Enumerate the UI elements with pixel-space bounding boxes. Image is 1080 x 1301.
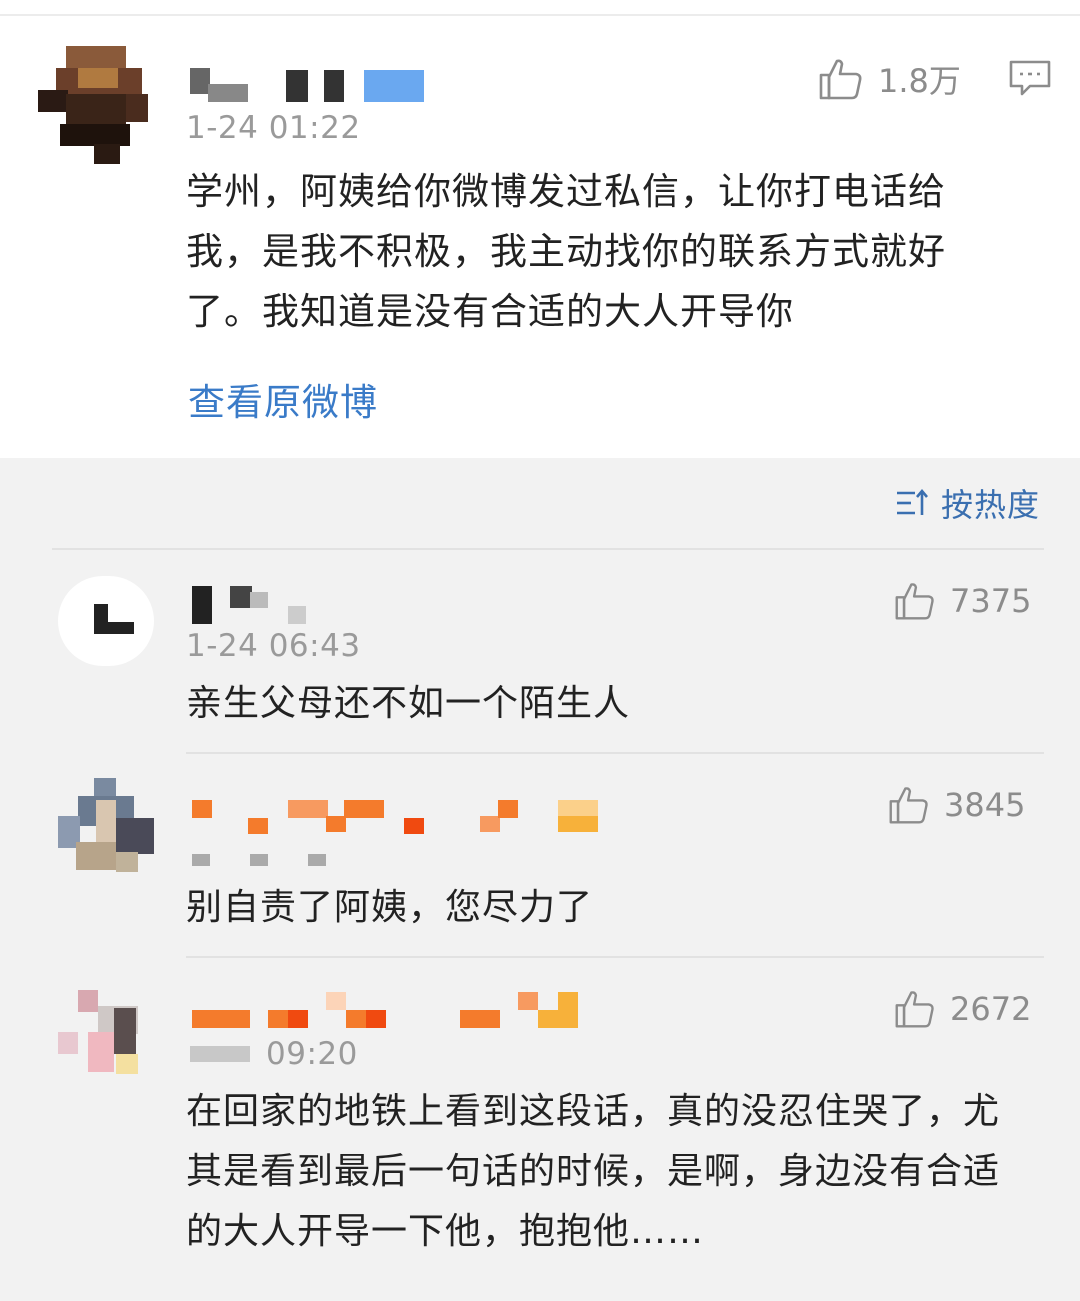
comment-3-like-button[interactable]: 2672 (894, 988, 1031, 1030)
comment-2-like-count: 3845 (944, 786, 1026, 824)
comment-2-like-button[interactable]: 3845 (888, 784, 1025, 826)
main-post-like-count: 1.8万 (878, 62, 961, 100)
main-post-username[interactable] (190, 66, 430, 106)
comment-1-avatar[interactable] (58, 576, 154, 666)
main-post-text: 学州，阿姨给你微博发过私信，让你打电话给我，是我不积极，我主动找你的联系方式就好… (186, 170, 946, 333)
comment-3-text: 在回家的地铁上看到这段话，真的没忍住哭了，尤其是看到最后一句话的时候，是啊，身边… (186, 1091, 1001, 1252)
thumbs-up-icon (895, 583, 934, 620)
thumbs-up-icon (819, 59, 862, 100)
comment-3-like-count: 2672 (950, 990, 1032, 1028)
comment-1-username[interactable] (192, 586, 322, 626)
comment-2-text: 别自责了阿姨，您尽力了 (186, 887, 594, 928)
top-divider (0, 14, 1080, 16)
comment-1-text: 亲生父母还不如一个陌生人 (186, 683, 631, 724)
comment-1-like-count: 7375 (950, 582, 1032, 620)
main-post-timestamp: 1-24 01:22 (186, 110, 361, 146)
sort-label: 按热度 (940, 486, 1040, 524)
divider (186, 752, 1044, 754)
view-original-link[interactable]: 查看原微博 (188, 372, 378, 426)
sort-by-hotness[interactable]: 按热度 (895, 480, 1040, 526)
thumbs-up-icon (889, 787, 928, 824)
comment-3-timestamp-blur (190, 1046, 250, 1062)
comment-2-username[interactable] (192, 796, 602, 870)
divider (52, 548, 1044, 550)
sort-icon (896, 488, 928, 515)
main-post-avatar[interactable] (38, 46, 154, 164)
comment-3-avatar[interactable] (58, 986, 154, 1078)
comment-icon[interactable] (1008, 58, 1052, 98)
thumbs-up-icon (895, 991, 934, 1028)
comment-1-like-button[interactable]: 7375 (894, 580, 1031, 622)
comment-2-avatar[interactable] (58, 778, 154, 874)
comment-1-timestamp: 1-24 06:43 (186, 628, 361, 664)
comment-3-timestamp: 09:20 (266, 1036, 358, 1072)
main-post: 1-24 01:22 1.8万 学州，阿姨给你微博发过私信，让你打电话给我，是我… (0, 0, 1080, 458)
divider (186, 956, 1044, 958)
comment-3-username[interactable] (192, 990, 582, 1030)
main-post-like-button[interactable]: 1.8万 (818, 56, 961, 102)
